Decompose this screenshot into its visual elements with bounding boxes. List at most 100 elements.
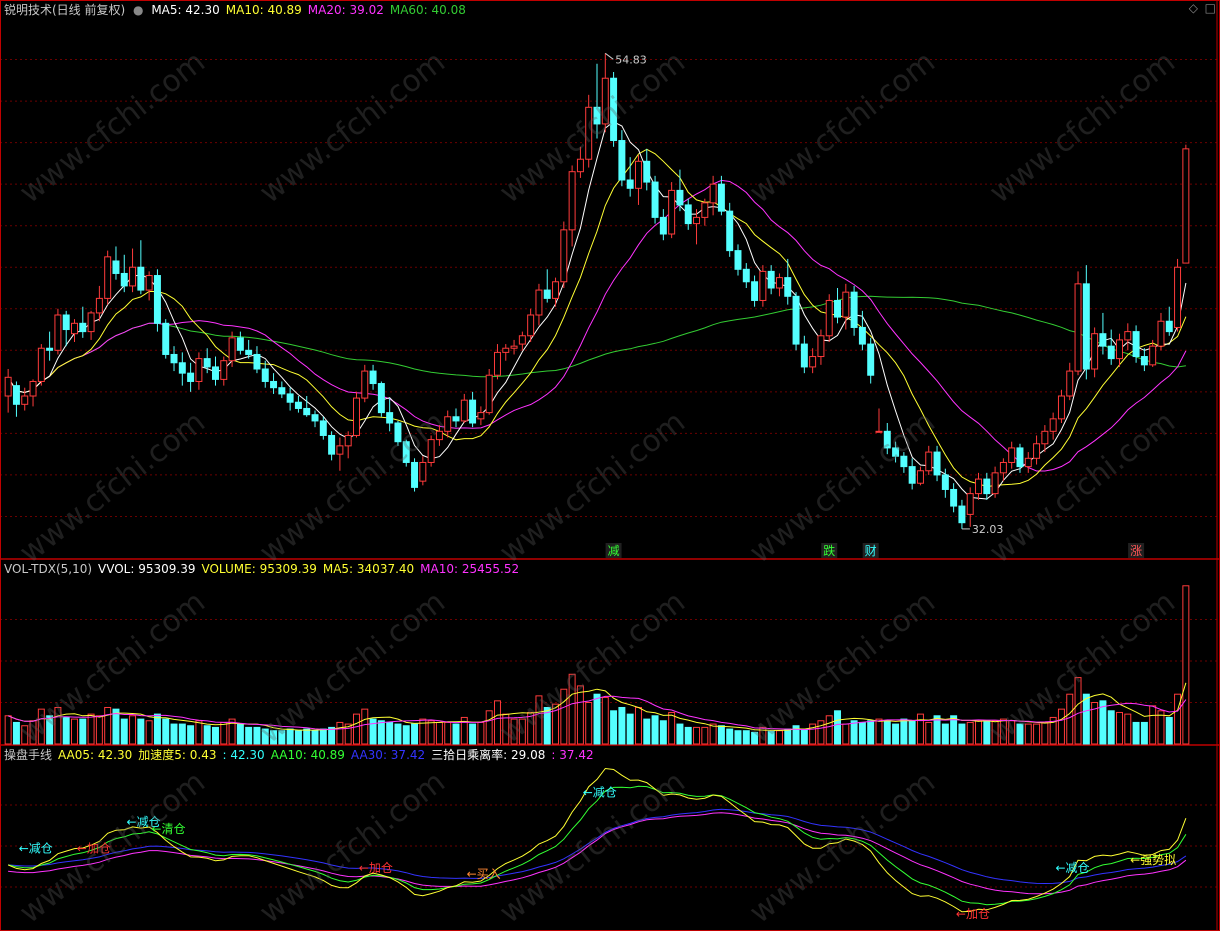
candle-down: [170, 353, 178, 364]
volume-bar: [469, 723, 477, 745]
volume-bar: [601, 697, 609, 745]
volume-bar: [170, 723, 178, 745]
candle-up: [568, 171, 576, 231]
volume-bar: [120, 718, 128, 745]
candle-down: [261, 368, 269, 382]
candle-up: [54, 314, 62, 351]
volume-bar: [726, 728, 734, 745]
candle-down: [659, 216, 667, 235]
candle-up: [634, 160, 642, 189]
volume-bar: [352, 713, 360, 745]
candle-down: [137, 266, 145, 291]
volume-bar: [294, 730, 302, 745]
volume-bar: [825, 715, 833, 745]
candle-down: [294, 401, 302, 409]
candle-down: [120, 272, 128, 287]
volume-bar: [212, 726, 219, 745]
candle-up: [4, 376, 12, 397]
candle-down: [834, 299, 842, 318]
candle-up: [477, 412, 485, 420]
volume-bar: [1024, 723, 1032, 745]
candle-up: [701, 202, 709, 218]
candle-up: [1008, 447, 1016, 463]
volume-bar: [386, 721, 394, 745]
volume-bar: [187, 725, 195, 745]
volume-bar: [411, 723, 419, 745]
candle-down: [386, 412, 394, 424]
volume-bar: [999, 718, 1007, 745]
candle-down: [1107, 345, 1115, 360]
volume-bar: [576, 685, 584, 745]
volume-bar: [195, 720, 203, 745]
volume-bar: [966, 721, 974, 745]
candle-down: [751, 281, 759, 301]
volume-bar: [734, 730, 742, 745]
candle-down: [112, 260, 120, 274]
volume-bar: [79, 718, 87, 745]
volume-header: VOL-TDX(5,10) VVOL: 95309.39 VOLUME: 95309…: [4, 560, 529, 578]
volume-bar: [1124, 713, 1132, 745]
volume-bar: [1182, 585, 1190, 745]
volume-bar: [104, 706, 112, 745]
candle-up: [29, 380, 37, 397]
candle-up: [502, 347, 510, 353]
volume-bar: [834, 710, 842, 745]
vol-label-4: MA10: 25455.52: [420, 562, 520, 576]
indicator-signal: ←减仓: [583, 786, 617, 800]
volume-bar: [377, 720, 385, 745]
volume-bar: [883, 720, 891, 745]
price-pointer: [604, 52, 614, 60]
candle-up: [966, 493, 974, 515]
indicator-signal: ←减仓: [1055, 861, 1089, 875]
volume-bar: [303, 728, 311, 745]
volume-bar: [1082, 693, 1090, 745]
candle-down: [319, 420, 327, 436]
candle-down: [908, 466, 916, 484]
volume-bar: [1157, 710, 1165, 745]
ma-values: MA5: 42.30 MA10: 40.89 MA20: 39.02 MA60: 40…: [151, 3, 472, 17]
volume-bar: [1066, 693, 1074, 745]
volume-bar: [784, 728, 792, 745]
candle-up: [1182, 148, 1190, 264]
indicator-signal: ←加仓: [359, 861, 393, 875]
volume-bar: [112, 708, 120, 745]
volume-bar: [236, 723, 244, 745]
candle-down: [270, 380, 278, 389]
volume-bar: [1041, 721, 1049, 745]
candle-down: [717, 183, 725, 212]
ind-label-2: 加速度5: 0.43: [138, 748, 217, 762]
volume-bar: [178, 723, 186, 745]
candle-up: [693, 216, 701, 225]
candle-down: [1099, 333, 1107, 347]
candle-up: [535, 289, 543, 316]
menu-icon[interactable]: □: [1205, 1, 1216, 15]
volume-bar: [21, 725, 29, 745]
candle-down: [800, 343, 808, 368]
candle-down: [950, 488, 958, 507]
volume-bar: [585, 702, 593, 745]
candle-up: [344, 434, 352, 447]
candle-down: [187, 372, 195, 382]
candle-up: [228, 337, 236, 362]
candle-up: [999, 461, 1007, 474]
candle-up: [842, 291, 850, 318]
volume-bar: [452, 723, 460, 745]
candle-up: [975, 478, 982, 495]
candle-down: [1140, 356, 1148, 366]
volume-bar: [643, 718, 651, 745]
volume-bar: [402, 725, 410, 745]
collapse-icon[interactable]: ●: [133, 3, 143, 17]
volume-bar: [62, 716, 70, 745]
volume-values: VOL-TDX(5,10) VVOL: 95309.39 VOLUME: 95309…: [4, 562, 525, 576]
high-price-label: 54.83: [615, 53, 647, 66]
volume-bar: [493, 700, 501, 745]
candle-down: [212, 366, 219, 380]
candle-down: [850, 291, 858, 328]
volume-bar: [518, 718, 526, 745]
candle-down: [278, 387, 286, 395]
candle-up: [527, 314, 535, 337]
diamond-icon[interactable]: ◇: [1189, 1, 1198, 15]
candle-up: [1041, 430, 1049, 445]
ma-label-1: MA10: 40.89: [225, 3, 302, 17]
candle-down: [178, 362, 186, 374]
